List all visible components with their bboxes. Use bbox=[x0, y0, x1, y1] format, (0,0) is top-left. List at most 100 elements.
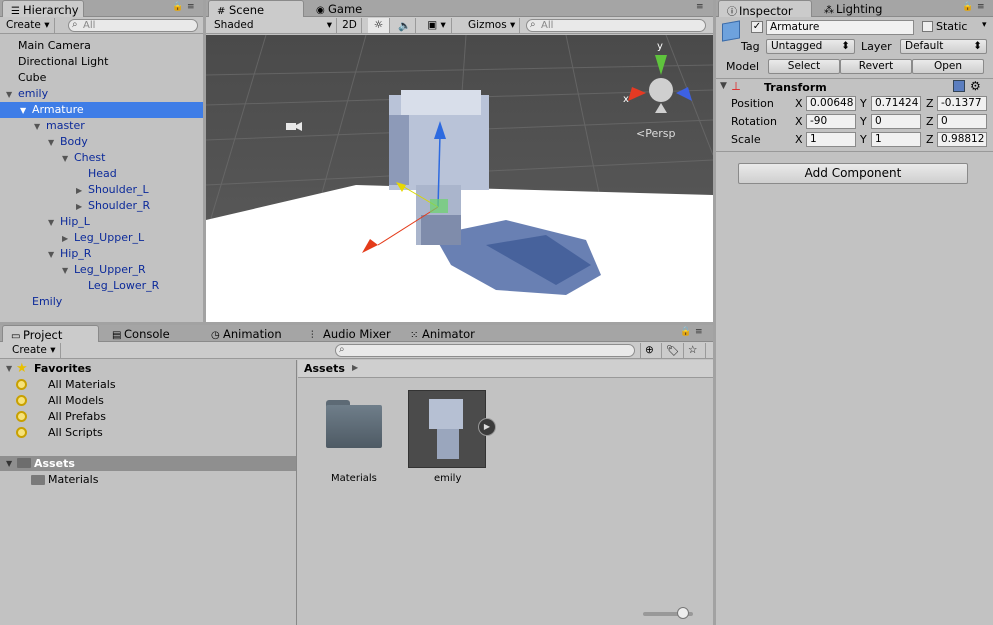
breadcrumb-assets[interactable]: Assets bbox=[304, 362, 345, 375]
favorite-item[interactable]: All Prefabs bbox=[16, 409, 106, 425]
toggle-2d-button[interactable]: 2D bbox=[338, 18, 362, 33]
tree-item[interactable]: ▼ Leg_Upper_R bbox=[62, 262, 146, 278]
gizmos-dropdown[interactable]: Gizmos ▾ bbox=[464, 18, 520, 33]
tree-item[interactable]: Head bbox=[88, 166, 117, 182]
position-y-label[interactable]: Y bbox=[860, 97, 867, 110]
tree-item[interactable]: ▼ Chest bbox=[62, 150, 105, 166]
tab-lighting[interactable]: ⁂ Lighting bbox=[816, 0, 890, 17]
rotation-x-field[interactable]: -90 bbox=[806, 114, 856, 129]
scale-x-label[interactable]: X bbox=[795, 133, 803, 146]
expand-arrow-icon[interactable]: ▼ bbox=[20, 103, 32, 119]
expand-play-icon[interactable]: ▶ bbox=[478, 418, 496, 436]
favorite-item[interactable]: All Materials bbox=[16, 377, 116, 393]
search-by-type-icon[interactable]: ⊕ bbox=[640, 343, 662, 358]
lock-icon[interactable]: 🔒 bbox=[172, 2, 183, 12]
tab-audio-mixer[interactable]: ⫶ Audio Mixer bbox=[303, 325, 399, 342]
tab-inspector[interactable]: ⓘ Inspector bbox=[718, 0, 812, 18]
tree-item[interactable]: ▶ Leg_Upper_L bbox=[62, 230, 144, 246]
scale-z-field[interactable]: 0.98812 bbox=[937, 132, 987, 147]
collapse-arrow-icon[interactable]: ▼ bbox=[6, 364, 12, 373]
project-create-dropdown[interactable]: Create ▾ bbox=[8, 343, 61, 358]
tag-dropdown[interactable]: Untagged ⬍ bbox=[766, 39, 855, 54]
tab-animation[interactable]: ◷ Animation bbox=[203, 325, 290, 342]
asset-tree-item[interactable]: Materials bbox=[48, 473, 98, 486]
panel-menu-icon[interactable]: ≡ bbox=[977, 2, 985, 12]
object-name-field[interactable]: Armature bbox=[766, 20, 914, 35]
shading-dropdown[interactable]: Shaded ▾ bbox=[210, 18, 337, 33]
add-component-button[interactable]: Add Component bbox=[738, 163, 968, 184]
search-input[interactable]: All bbox=[68, 19, 198, 32]
rotation-x-label[interactable]: X bbox=[795, 115, 803, 128]
layer-dropdown[interactable]: Default ⬍ bbox=[900, 39, 987, 54]
scene-viewport[interactable]: y x <Persp bbox=[206, 35, 713, 322]
tree-item[interactable]: ▶ Shoulder_R bbox=[76, 198, 150, 214]
expand-arrow-icon[interactable]: ▼ bbox=[34, 119, 46, 135]
static-checkbox[interactable] bbox=[922, 21, 933, 32]
tree-item-selected[interactable]: ▼ Armature bbox=[20, 102, 84, 118]
rotation-z-label[interactable]: Z bbox=[926, 115, 934, 128]
lock-icon[interactable]: 🔒 bbox=[680, 327, 691, 337]
create-dropdown[interactable]: Create ▾ bbox=[2, 18, 55, 33]
scale-z-label[interactable]: Z bbox=[926, 133, 934, 146]
audio-icon[interactable]: 🔈 bbox=[394, 18, 416, 33]
expand-arrow-icon[interactable]: ▼ bbox=[6, 87, 18, 103]
scene-search-input[interactable]: All bbox=[526, 19, 706, 32]
model-revert-button[interactable]: Revert bbox=[840, 59, 912, 74]
tab-project[interactable]: ▭ Project bbox=[2, 325, 99, 342]
tree-item[interactable]: Cube bbox=[18, 70, 46, 86]
scale-y-label[interactable]: Y bbox=[860, 133, 867, 146]
collapse-arrow-icon[interactable]: ▼ bbox=[720, 81, 727, 91]
expand-arrow-icon[interactable]: ▶ bbox=[76, 199, 88, 215]
position-x-label[interactable]: X bbox=[795, 97, 803, 110]
tree-item[interactable]: ▼ master bbox=[34, 118, 85, 134]
tree-item[interactable]: ▼ Hip_L bbox=[48, 214, 90, 230]
model-select-button[interactable]: Select bbox=[768, 59, 840, 74]
expand-arrow-icon[interactable]: ▼ bbox=[62, 151, 74, 167]
panel-menu-icon[interactable]: ≡ bbox=[187, 2, 195, 12]
model-open-button[interactable]: Open bbox=[912, 59, 984, 74]
tree-item[interactable]: Directional Light bbox=[18, 54, 108, 70]
position-y-field[interactable]: 0.71424 bbox=[871, 96, 921, 111]
tab-hierarchy[interactable]: ☰ Hierarchy bbox=[2, 0, 84, 17]
lock-icon[interactable]: 🔒 bbox=[962, 2, 973, 12]
scale-y-field[interactable]: 1 bbox=[871, 132, 921, 147]
help-book-icon[interactable] bbox=[953, 80, 965, 92]
tree-item[interactable]: ▼ Hip_R bbox=[48, 246, 91, 262]
tab-animator[interactable]: ⁙ Animator bbox=[402, 325, 483, 342]
scale-x-field[interactable]: 1 bbox=[806, 132, 856, 147]
search-by-label-icon[interactable]: 🏷 bbox=[662, 343, 684, 358]
zoom-slider-handle[interactable] bbox=[677, 607, 689, 619]
transform-header[interactable]: ▼ ⟂ Transform ⚙ bbox=[716, 78, 993, 96]
image-effects-icon[interactable]: ▣ ▾ bbox=[422, 18, 452, 33]
position-z-field[interactable]: -0.1377 bbox=[937, 96, 987, 111]
tree-item[interactable]: Main Camera bbox=[18, 38, 91, 54]
rotation-y-field[interactable]: 0 bbox=[871, 114, 921, 129]
tree-item[interactable]: ▼ Body bbox=[48, 134, 88, 150]
expand-arrow-icon[interactable]: ▼ bbox=[62, 263, 74, 279]
sun-icon[interactable]: ☼ bbox=[368, 18, 390, 33]
tree-item[interactable]: Emily bbox=[32, 294, 62, 310]
rotation-y-label[interactable]: Y bbox=[860, 115, 867, 128]
tab-console[interactable]: ▤ Console bbox=[104, 325, 178, 342]
expand-arrow-icon[interactable]: ▼ bbox=[48, 247, 60, 263]
expand-arrow-icon[interactable]: ▶ bbox=[62, 231, 74, 247]
gear-icon[interactable]: ⚙ bbox=[970, 79, 981, 93]
favorite-item[interactable]: All Scripts bbox=[16, 425, 103, 441]
favorite-item[interactable]: All Models bbox=[16, 393, 104, 409]
tab-scene[interactable]: # Scene bbox=[208, 0, 304, 17]
tree-item[interactable]: ▶ Shoulder_L bbox=[76, 182, 149, 198]
dropdown-arrow-icon[interactable]: ▾ bbox=[982, 20, 987, 30]
position-z-label[interactable]: Z bbox=[926, 97, 934, 110]
projection-label[interactable]: <Persp bbox=[636, 127, 675, 140]
position-x-field[interactable]: 0.00648 bbox=[806, 96, 856, 111]
tab-game[interactable]: ◉ Game bbox=[308, 0, 370, 17]
tree-item[interactable]: Leg_Lower_R bbox=[88, 278, 159, 294]
favorite-star-icon[interactable]: ☆ bbox=[684, 343, 706, 358]
rotation-z-field[interactable]: 0 bbox=[937, 114, 987, 129]
active-checkbox[interactable]: ✓ bbox=[751, 21, 763, 33]
expand-arrow-icon[interactable]: ▶ bbox=[76, 183, 88, 199]
expand-arrow-icon[interactable]: ▼ bbox=[48, 215, 60, 231]
project-search-input[interactable] bbox=[335, 344, 635, 357]
panel-menu-icon[interactable]: ≡ bbox=[696, 2, 704, 12]
tree-item[interactable]: ▼ emily bbox=[6, 86, 48, 102]
